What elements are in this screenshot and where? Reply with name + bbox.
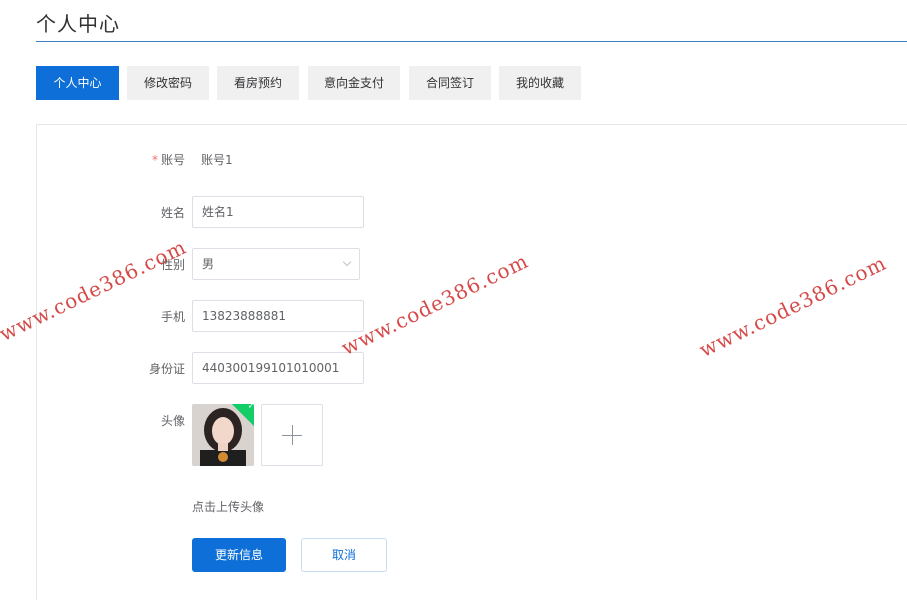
id-card-label: 身份证: [148, 362, 185, 376]
update-info-button[interactable]: 更新信息: [192, 538, 286, 572]
phone-input[interactable]: 13823888881: [192, 300, 364, 332]
gender-select-value: 男: [202, 257, 215, 271]
plus-icon-vertical: [292, 425, 293, 445]
avatar-upload-button[interactable]: [261, 404, 323, 466]
gender-select[interactable]: 男: [192, 248, 360, 280]
tab-contract-signing[interactable]: 合同签订: [409, 66, 491, 100]
check-icon: ✓: [247, 404, 254, 412]
tab-my-favorites[interactable]: 我的收藏: [499, 66, 581, 100]
avatar-preview[interactable]: ✓: [192, 404, 254, 466]
cancel-button[interactable]: 取消: [301, 538, 387, 572]
name-label: 姓名: [160, 206, 185, 220]
required-mark: *: [151, 153, 158, 167]
avatar-upload-hint: 点击上传头像: [192, 500, 265, 514]
tab-viewing-appointment[interactable]: 看房预约: [217, 66, 299, 100]
tab-change-password[interactable]: 修改密码: [127, 66, 209, 100]
account-label-text: 账号: [160, 153, 185, 167]
phone-label: 手机: [160, 310, 185, 324]
chevron-down-icon: [342, 257, 352, 267]
gender-label: 性别: [160, 258, 185, 272]
id-card-input[interactable]: 440300199101010001: [192, 352, 364, 384]
title-divider: [36, 41, 907, 42]
avatar-label: 头像: [160, 414, 185, 428]
tab-deposit-payment[interactable]: 意向金支付: [308, 66, 400, 100]
account-value: 账号1: [201, 153, 233, 167]
page-title: 个人中心: [36, 12, 120, 36]
tab-personal-center[interactable]: 个人中心: [36, 66, 119, 100]
account-label: * 账号: [115, 151, 185, 168]
name-input[interactable]: 姓名1: [192, 196, 364, 228]
